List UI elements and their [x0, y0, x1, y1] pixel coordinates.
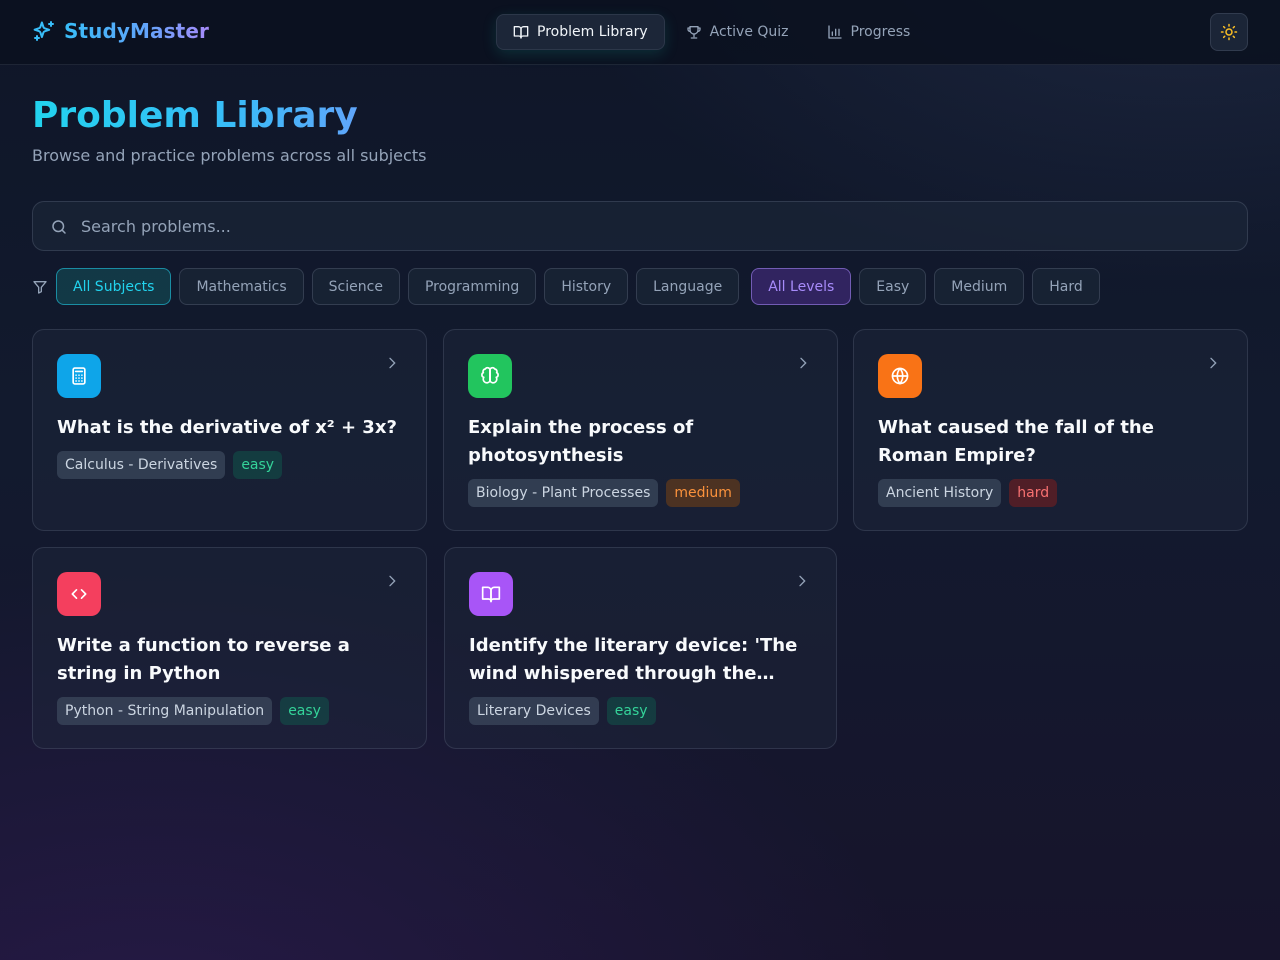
- chevron-right-icon: [389, 575, 396, 587]
- tab-label: Progress: [850, 24, 911, 40]
- problem-title: Explain the process of photosynthesis: [468, 417, 694, 466]
- problem-tags: Literary Devices easy: [469, 697, 656, 725]
- difficulty-badge: medium: [666, 479, 740, 507]
- problem-title: Write a function to reverse a string in …: [57, 635, 350, 684]
- trophy-icon: [686, 26, 701, 39]
- filter-programming[interactable]: Programming: [407, 268, 537, 305]
- difficulty-badge: easy: [233, 451, 283, 479]
- problem-tags: Ancient History hard: [878, 479, 1058, 507]
- topic-badge: Python - String Manipulation: [57, 697, 273, 725]
- filter-icon: [33, 280, 47, 294]
- search-input[interactable]: [81, 202, 1231, 250]
- topic-badge: Literary Devices: [469, 697, 599, 725]
- tab-progress[interactable]: Progress: [810, 14, 928, 50]
- tab-active-quiz[interactable]: Active Quiz: [669, 14, 806, 50]
- page-title: Problem Library: [32, 95, 358, 136]
- problem-tags: Python - String Manipulation easy: [57, 697, 329, 725]
- filter-mathematics[interactable]: Mathematics: [179, 268, 304, 305]
- card-icon-badge: [57, 572, 101, 616]
- problem-title: Identify the literary device: 'The wind …: [469, 635, 798, 684]
- brain-icon: [481, 366, 499, 384]
- topic-badge: Ancient History: [878, 479, 1002, 507]
- sparkles-icon: [33, 21, 54, 41]
- filter-science[interactable]: Science: [311, 268, 400, 305]
- problem-card[interactable]: Identify the literary device: 'The wind …: [444, 547, 837, 749]
- search-icon: [52, 220, 66, 234]
- search-bar: [32, 201, 1248, 251]
- book-open-icon: [481, 586, 501, 603]
- card-icon-badge: [468, 354, 512, 398]
- book-open-icon: [513, 26, 529, 39]
- difficulty-badge: easy: [280, 697, 329, 725]
- problem-card[interactable]: What caused the fall of the Roman Empire…: [853, 329, 1248, 531]
- brand[interactable]: StudyMaster: [32, 19, 209, 43]
- problem-title: What caused the fall of the Roman Empire…: [878, 417, 1154, 466]
- filter-history[interactable]: History: [544, 268, 629, 305]
- difficulty-badge: hard: [1009, 479, 1058, 507]
- chevron-right-icon: [389, 357, 396, 369]
- tab-label: Problem Library: [537, 24, 648, 40]
- filter-all-levels[interactable]: All Levels: [751, 268, 852, 305]
- problem-card[interactable]: What is the derivative of x² + 3x? Calcu…: [32, 329, 427, 531]
- chevron-right-icon: [800, 357, 807, 369]
- brand-name: StudyMaster: [64, 19, 209, 43]
- bar-chart-icon: [827, 25, 842, 39]
- filter-language[interactable]: Language: [636, 268, 740, 305]
- chevron-right-icon: [799, 575, 806, 587]
- filter-bar: All Subjects Mathematics Science Program…: [32, 268, 1100, 305]
- chevron-right-icon: [1210, 357, 1217, 369]
- top-nav: StudyMaster Problem Library Active Quiz …: [0, 0, 1280, 65]
- page-subtitle: Browse and practice problems across all …: [32, 146, 427, 165]
- filter-medium[interactable]: Medium: [934, 268, 1025, 305]
- card-icon-badge: [878, 354, 922, 398]
- problem-title: What is the derivative of x² + 3x?: [57, 417, 397, 438]
- globe-icon: [891, 367, 909, 385]
- filter-easy[interactable]: Easy: [859, 268, 927, 305]
- theme-toggle-button[interactable]: [1210, 13, 1248, 51]
- filter-all-subjects[interactable]: All Subjects: [56, 268, 172, 305]
- code-icon: [71, 589, 87, 599]
- sun-icon: [1220, 23, 1238, 41]
- problem-card[interactable]: Explain the process of photosynthesis Bi…: [443, 329, 838, 531]
- problem-card[interactable]: Write a function to reverse a string in …: [32, 547, 427, 749]
- filter-hard[interactable]: Hard: [1032, 268, 1100, 305]
- tab-label: Active Quiz: [709, 24, 789, 40]
- card-icon-badge: [469, 572, 513, 616]
- calculator-icon: [72, 367, 86, 385]
- tab-problem-library[interactable]: Problem Library: [496, 14, 665, 50]
- problem-tags: Biology - Plant Processes medium: [468, 479, 740, 507]
- topic-badge: Calculus - Derivatives: [57, 451, 226, 479]
- topic-badge: Biology - Plant Processes: [468, 479, 659, 507]
- difficulty-badge: easy: [606, 697, 656, 725]
- problem-tags: Calculus - Derivatives easy: [57, 451, 283, 479]
- card-icon-badge: [57, 354, 101, 398]
- nav-tabs: Problem Library Active Quiz Progress: [496, 14, 927, 50]
